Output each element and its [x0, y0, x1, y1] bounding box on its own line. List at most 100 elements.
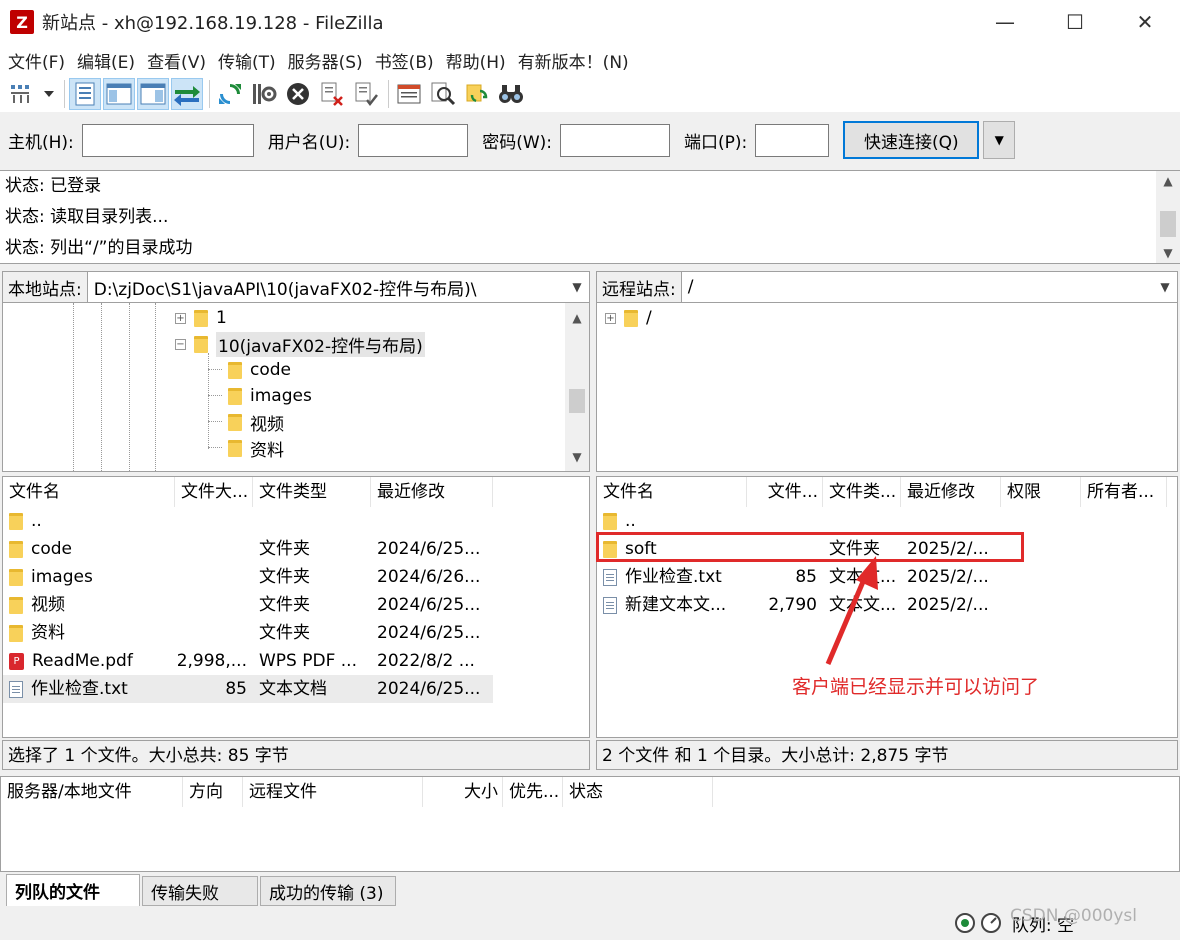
table-row[interactable]: .. [597, 507, 747, 535]
tree-item[interactable]: 资料 [228, 435, 284, 461]
tab-queued-files[interactable]: 列队的文件 [6, 874, 140, 906]
tree-item[interactable]: − 10(javaFX02-控件与布局) [175, 331, 425, 357]
file-name: ReadMe.pdf [32, 651, 133, 671]
tree-item[interactable]: +1 [175, 305, 227, 331]
table-row[interactable]: code 文件夹 2024/6/25... [3, 535, 493, 563]
table-row[interactable]: 新建文本文... 2,790 文本文... 2025/2/... [597, 591, 1001, 619]
local-path-input[interactable]: D:\zjDoc\S1\javaAPI\10(javaFX02-控件与布局)\ [88, 275, 565, 300]
column-header-size[interactable]: 大小 [423, 777, 503, 807]
site-manager-icon[interactable] [6, 78, 38, 110]
disconnect-icon[interactable] [316, 78, 348, 110]
close-button[interactable]: ✕ [1110, 0, 1180, 44]
maximize-button[interactable]: ☐ [1040, 0, 1110, 44]
file-size: 2,790 [768, 595, 817, 615]
refresh-icon[interactable] [214, 78, 246, 110]
column-header-filename[interactable]: 文件名 [3, 477, 175, 507]
tree-item[interactable]: 视频 [228, 409, 284, 435]
queue-header: 服务器/本地文件 方向 远程文件 大小 优先... 状态 [1, 777, 713, 807]
column-header-status[interactable]: 状态 [563, 777, 713, 807]
file-name: images [31, 567, 93, 587]
cancel-operation-icon[interactable] [282, 78, 314, 110]
remote-path-input[interactable]: / [682, 277, 1153, 297]
file-size [175, 591, 253, 619]
compare-directories-icon[interactable] [495, 78, 527, 110]
column-header-filetype[interactable]: 文件类... [823, 477, 901, 507]
column-header-filesize[interactable]: 文件... [747, 477, 823, 507]
scroll-up-icon[interactable]: ▲ [1156, 171, 1180, 191]
column-header-modified[interactable]: 最近修改 [371, 477, 493, 507]
tree-guide [73, 303, 74, 471]
tab-successful-transfers[interactable]: 成功的传输 (3) [260, 876, 396, 906]
scroll-down-icon[interactable]: ▼ [1156, 243, 1180, 263]
remote-tree: + / [596, 302, 1178, 472]
table-row[interactable]: .. [3, 507, 175, 535]
transfer-queue: 服务器/本地文件 方向 远程文件 大小 优先... 状态 [0, 776, 1180, 872]
menu-server[interactable]: 服务器(S) [282, 48, 369, 73]
table-row[interactable]: 作业检查.txt 85 文本文... 2025/2/... [597, 563, 1001, 591]
directory-listing-filters-icon[interactable] [393, 78, 425, 110]
tree-item[interactable]: images [228, 383, 312, 409]
tree-item[interactable]: + / [605, 305, 652, 331]
menu-edit[interactable]: 编辑(E) [71, 48, 141, 73]
search-icon[interactable] [427, 78, 459, 110]
toggle-log-icon[interactable] [69, 78, 101, 110]
tree-item[interactable]: code [228, 357, 291, 383]
reconnect-icon[interactable] [350, 78, 382, 110]
column-header-filesize[interactable]: 文件大... [175, 477, 253, 507]
expand-icon[interactable]: + [605, 312, 616, 324]
port-input[interactable] [755, 123, 830, 157]
tab-failed-transfers[interactable]: 传输失败 [142, 876, 258, 906]
tree-item-label: 资料 [250, 440, 284, 461]
column-header-priority[interactable]: 优先... [503, 777, 563, 807]
process-queue-icon[interactable] [248, 78, 280, 110]
password-input[interactable] [560, 123, 671, 157]
quickconnect-button[interactable]: 快速连接(Q) [843, 121, 980, 159]
scroll-up-icon[interactable]: ▲ [565, 303, 589, 333]
sync-browsing-icon[interactable] [461, 78, 493, 110]
menu-transfer[interactable]: 传输(T) [212, 48, 282, 73]
column-header-remote-file[interactable]: 远程文件 [243, 777, 423, 807]
queue-tabs: 列队的文件 传输失败 成功的传输 (3) [0, 872, 1180, 906]
quickconnect-dropdown-icon[interactable]: ▼ [983, 121, 1016, 159]
table-row[interactable]: images 文件夹 2024/6/26... [3, 563, 493, 591]
column-header-filename[interactable]: 文件名 [597, 477, 747, 507]
column-header-direction[interactable]: 方向 [183, 777, 243, 807]
quickconnect-bar: 主机(H): 用户名(U): 密码(W): 端口(P): 快速连接(Q) ▼ [0, 112, 1180, 168]
column-header-filetype[interactable]: 文件类型 [253, 477, 371, 507]
folder-icon [624, 309, 638, 327]
table-row[interactable]: P ReadMe.pdf 2,998,... WPS PDF ... 2022/8… [3, 647, 493, 675]
window-title: 新站点 - xh@192.168.19.128 - FileZilla [42, 13, 384, 34]
column-header-server-local-file[interactable]: 服务器/本地文件 [1, 777, 183, 807]
scroll-thumb[interactable] [569, 389, 585, 413]
site-manager-dropdown-icon[interactable] [40, 78, 58, 110]
toggle-queue-icon[interactable] [171, 78, 203, 110]
speed-limit-icon[interactable] [980, 912, 1002, 934]
local-tree-scrollbar[interactable]: ▲ ▼ [565, 303, 589, 471]
host-input[interactable] [81, 123, 254, 157]
column-header-modified[interactable]: 最近修改 [901, 477, 1001, 507]
chevron-down-icon[interactable]: ▼ [1153, 280, 1177, 294]
menu-help[interactable]: 帮助(H) [440, 48, 512, 73]
column-header-permissions[interactable]: 权限 [1001, 477, 1081, 507]
table-row[interactable]: 资料 文件夹 2024/6/25... [3, 619, 493, 647]
minimize-button[interactable]: — [970, 0, 1040, 44]
column-header-owner[interactable]: 所有者... [1081, 477, 1167, 507]
tree-guide [129, 303, 130, 471]
username-input[interactable] [358, 123, 469, 157]
scroll-down-icon[interactable]: ▼ [565, 447, 589, 467]
table-row-selected[interactable]: 作业检查.txt 85 文本文档 2024/6/25... [3, 675, 493, 703]
menu-file[interactable]: 文件(F) [2, 48, 71, 73]
scroll-thumb[interactable] [1160, 211, 1176, 237]
menu-view[interactable]: 查看(V) [141, 48, 212, 73]
toggle-remote-tree-icon[interactable] [137, 78, 169, 110]
log-scrollbar[interactable]: ▲ ▼ [1156, 171, 1180, 263]
toolbar-separator [388, 80, 389, 108]
menu-bookmarks[interactable]: 书签(B) [369, 48, 440, 73]
toggle-local-tree-icon[interactable] [103, 78, 135, 110]
table-row[interactable]: 视频 文件夹 2024/6/25... [3, 591, 493, 619]
expand-icon[interactable]: + [175, 312, 186, 324]
tree-item-label: 视频 [250, 414, 284, 435]
chevron-down-icon[interactable]: ▼ [565, 280, 589, 294]
collapse-icon[interactable]: − [175, 338, 186, 350]
menu-new-version[interactable]: 有新版本！(N) [512, 48, 635, 73]
